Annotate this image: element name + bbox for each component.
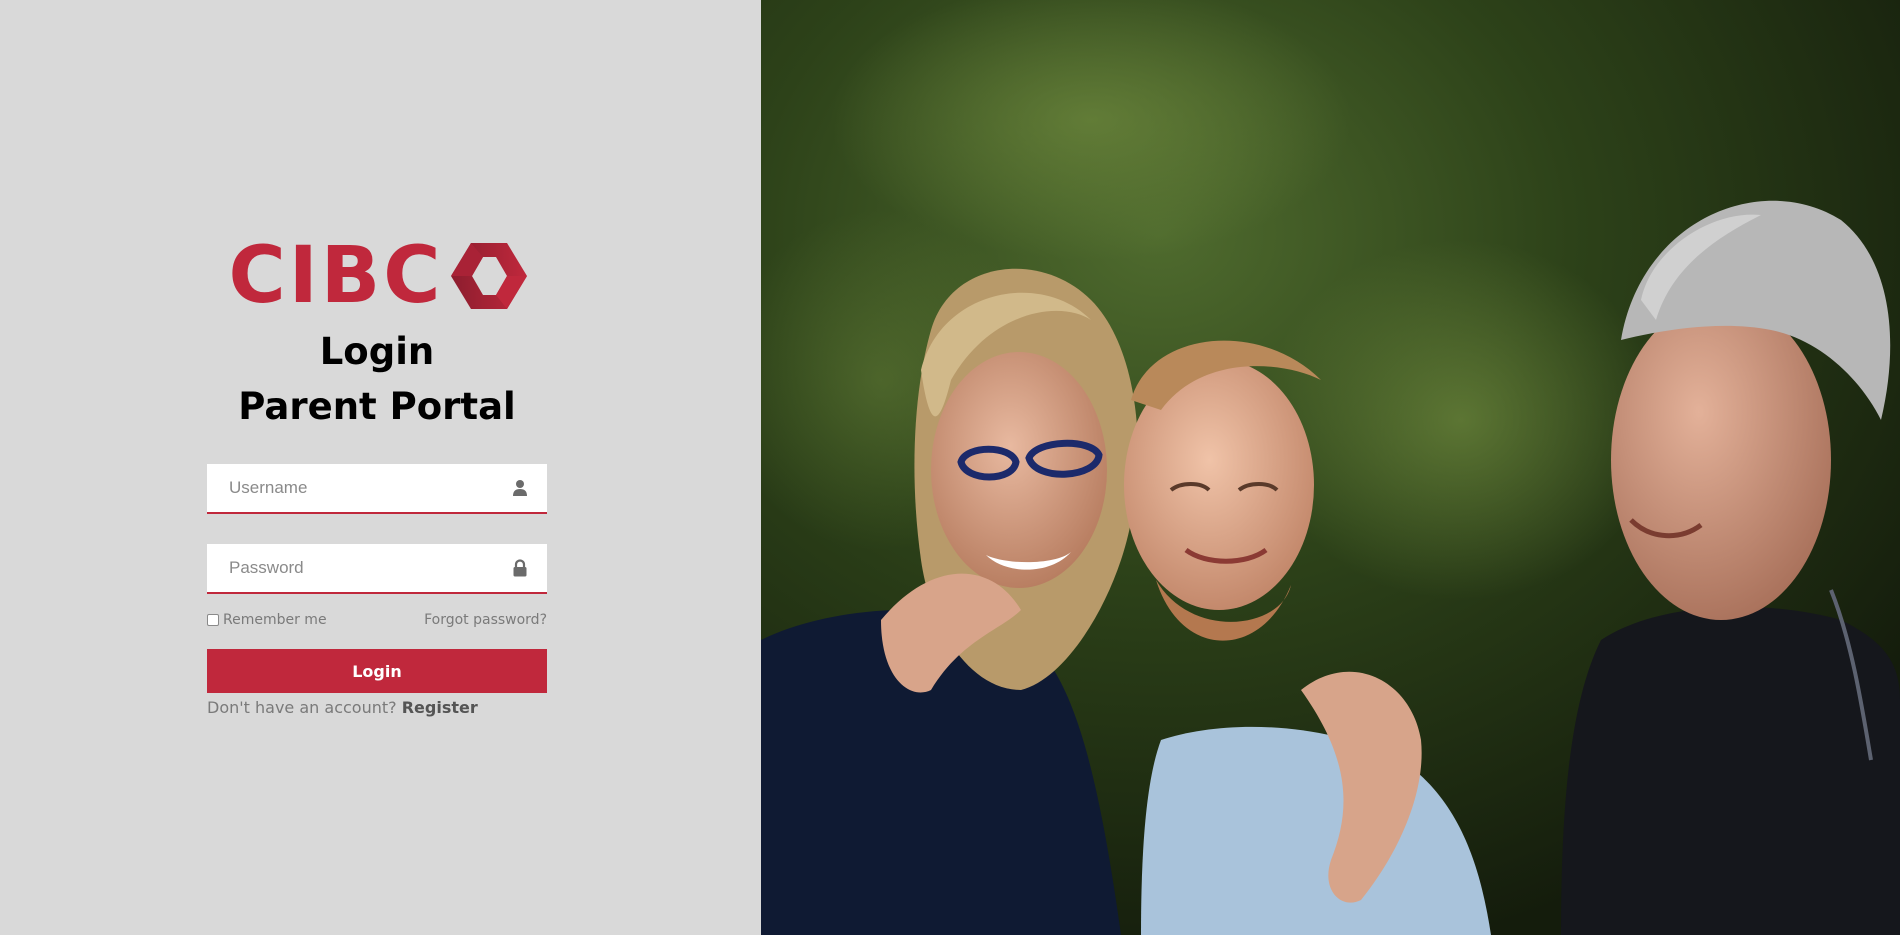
lock-icon xyxy=(513,559,527,577)
cibc-logo: CIBC xyxy=(211,231,547,321)
remember-me[interactable]: Remember me xyxy=(207,612,327,628)
page-title: Login xyxy=(319,330,435,373)
user-icon xyxy=(513,480,527,496)
username-input[interactable] xyxy=(207,464,547,512)
register-prompt: Don't have an account? Register xyxy=(207,696,547,720)
forgot-password-link[interactable]: Forgot password? xyxy=(424,612,547,628)
password-field xyxy=(207,544,547,594)
remember-me-checkbox[interactable] xyxy=(207,614,219,626)
page-subtitle: Parent Portal xyxy=(238,385,516,428)
password-input[interactable] xyxy=(207,544,547,592)
remember-me-label: Remember me xyxy=(223,612,327,628)
login-form: CIBC Login Parent Portal Username Rememb… xyxy=(207,231,547,720)
username-field xyxy=(207,464,547,514)
family-photo-illustration xyxy=(761,0,1900,935)
login-options: Remember me Forgot password? xyxy=(207,610,547,630)
cibc-chevron-logo-icon xyxy=(451,243,528,309)
register-link[interactable]: Register xyxy=(402,698,478,717)
family-photo xyxy=(761,0,1900,935)
no-account-text: Don't have an account? xyxy=(207,698,397,717)
logo-text: CIBC xyxy=(228,231,444,321)
login-button[interactable]: Login xyxy=(207,649,547,693)
login-panel: CIBC Login Parent Portal Username Rememb… xyxy=(0,0,761,935)
